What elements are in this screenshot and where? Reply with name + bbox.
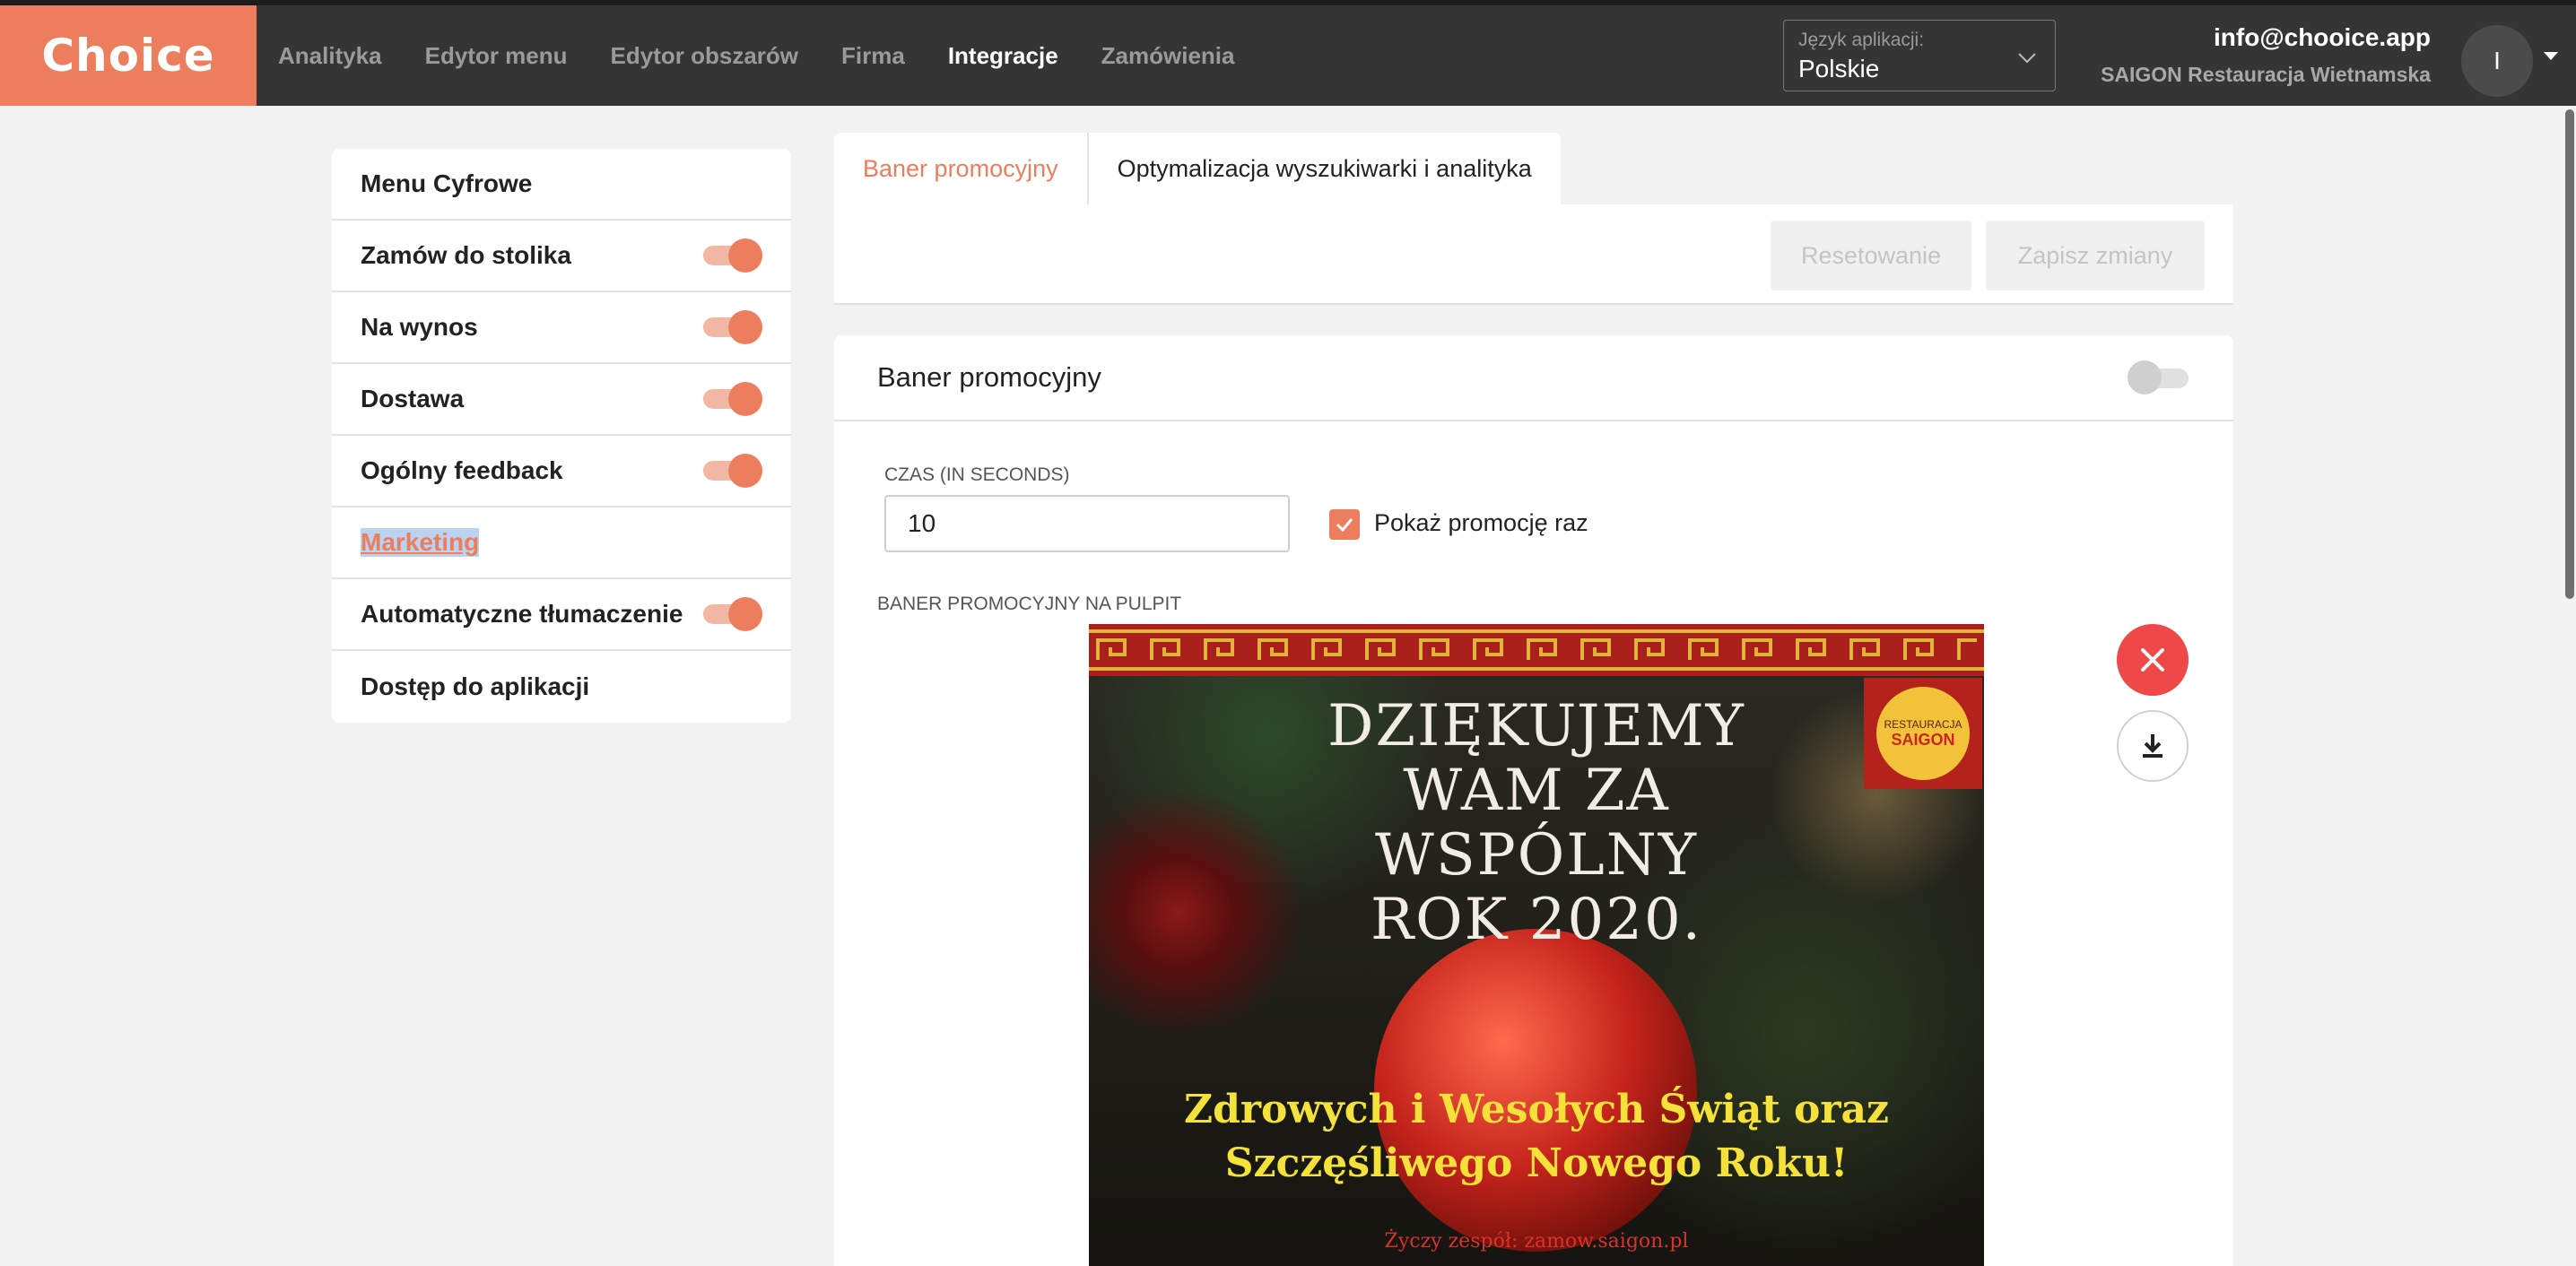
tab-optymalizacja[interactable]: Optymalizacja wyszukiwarki i analityka: [1088, 133, 1561, 204]
sidebar-item-dostep-do-aplikacji[interactable]: Dostęp do aplikacji: [332, 651, 791, 723]
promo-banner-toggle[interactable]: [2128, 360, 2190, 395]
banner-signature: Życzy zespół: zamow.saigon.pl: [1384, 1230, 1689, 1253]
sidebar-item-ogolny-feedback[interactable]: Ogólny feedback: [332, 436, 791, 507]
action-bar: Resetowanie Zapisz zmiany: [834, 204, 2233, 305]
sidebar-item-na-wynos[interactable]: Na wynos: [332, 292, 791, 364]
nav-item-edytor-obszarow[interactable]: Edytor obszarów: [611, 42, 798, 70]
language-select-value: Polskie: [1798, 55, 1880, 82]
toggle-automatyczne-tlumaczenie[interactable]: [703, 596, 762, 632]
toggle-dostawa[interactable]: [703, 381, 762, 417]
check-icon: [1336, 518, 1353, 533]
promo-banner-image: DZIĘKUJEMY WAM ZA WSPÓLNY ROK 2020. Zdro…: [1089, 624, 1984, 1266]
banner-section-label: BANER PROMOCYJNY NA PULPIT: [877, 594, 1182, 614]
show-once-checkbox[interactable]: [1329, 509, 1360, 540]
toggle-zamow-do-stolika[interactable]: [703, 238, 762, 273]
reset-button[interactable]: Resetowanie: [1771, 221, 1971, 290]
sidebar-item-automatyczne-tlumaczenie[interactable]: Automatyczne tłumaczenie: [332, 579, 791, 651]
account-email: info@chooice.app: [2214, 23, 2431, 51]
sidebar-item-label: Marketing: [361, 528, 480, 557]
caret-down-icon[interactable]: [2544, 52, 2558, 60]
nav-item-firma[interactable]: Firma: [841, 42, 905, 70]
sidebar-item-label: Ogólny feedback: [361, 456, 563, 484]
stamp-top-text: RESTAURACJA: [1884, 717, 1962, 731]
sidebar-item-label: Menu Cyfrowe: [361, 169, 533, 197]
sidebar-item-dostawa[interactable]: Dostawa: [332, 364, 791, 436]
restaurant-stamp: RESTAURACJA SAIGON: [1864, 678, 1982, 789]
close-icon: [2141, 648, 2164, 672]
banner-line-2: WAM ZA: [1403, 758, 1670, 824]
toggle-ogolny-feedback[interactable]: [703, 453, 762, 489]
banner-wish-2: Szczęśliwego Nowego Roku!: [1224, 1140, 1849, 1186]
banner-line-1: DZIĘKUJEMY: [1327, 693, 1745, 759]
app-logo-text: Choice: [41, 30, 215, 82]
sidebar-item-zamow-do-stolika[interactable]: Zamów do stolika: [332, 221, 791, 292]
chevron-down-icon: [2018, 53, 2036, 64]
nav-item-analityka[interactable]: Analityka: [278, 42, 382, 70]
promo-banner-card: Baner promocyjny CZAS (IN SECONDS) Pokaż…: [834, 335, 2233, 1266]
banner-ornament-border: [1089, 624, 1984, 676]
card-title: Baner promocyjny: [877, 361, 1101, 393]
language-select-label: Język aplikacji:: [1798, 30, 1925, 50]
top-bar: Choice Analityka Edytor menu Edytor obsz…: [0, 0, 2576, 106]
language-select[interactable]: Język aplikacji: Polskie: [1783, 20, 2056, 91]
save-button[interactable]: Zapisz zmiany: [1986, 221, 2205, 290]
toggle-na-wynos[interactable]: [703, 309, 762, 345]
download-icon: [2143, 734, 2163, 758]
tab-baner-promocyjny[interactable]: Baner promocyjny: [834, 133, 1089, 204]
banner-wish-1: Zdrowych i Wesołych Świąt oraz: [1183, 1087, 1890, 1132]
show-once-label: Pokaż promocję raz: [1374, 509, 1588, 536]
app-logo[interactable]: Choice: [0, 5, 257, 106]
sidebar-item-label: Dostawa: [361, 385, 465, 412]
sidebar-item-menu-cyfrowe[interactable]: Menu Cyfrowe: [332, 149, 791, 221]
stamp-name: SAIGON: [1891, 730, 1955, 749]
nav-item-zamowienia[interactable]: Zamówienia: [1101, 42, 1235, 70]
time-input[interactable]: [884, 495, 1290, 552]
banner-line-4: ROK 2020.: [1370, 887, 1703, 953]
sidebar-item-marketing[interactable]: Marketing: [332, 507, 791, 579]
page-scrollbar[interactable]: [2563, 106, 2576, 1266]
account-restaurant: SAIGON Restauracja Wietnamska: [2101, 63, 2431, 86]
content-tabs: Baner promocyjny Optymalizacja wyszukiwa…: [834, 133, 1561, 204]
nav-item-edytor-menu[interactable]: Edytor menu: [425, 42, 568, 70]
banner-heading: DZIĘKUJEMY WAM ZA WSPÓLNY ROK 2020.: [1089, 694, 1984, 952]
sidebar-item-label: Zamów do stolika: [361, 241, 571, 269]
time-field-label: CZAS (IN SECONDS): [884, 464, 1070, 485]
sidebar: Menu Cyfrowe Zamów do stolika Na wynos D…: [332, 149, 791, 723]
banner-line-3: WSPÓLNY: [1375, 822, 1698, 889]
sidebar-item-label: Na wynos: [361, 313, 478, 341]
banner-wishes: Zdrowych i Wesołych Świąt oraz Szczęśliw…: [1089, 1083, 1984, 1191]
sidebar-item-label: Automatyczne tłumaczenie: [361, 600, 683, 628]
account-info: info@chooice.app SAIGON Restauracja Wiet…: [2101, 23, 2431, 87]
nav-item-integracje[interactable]: Integracje: [948, 42, 1058, 70]
remove-banner-button[interactable]: [2117, 624, 2189, 696]
download-banner-button[interactable]: [2117, 710, 2189, 782]
main-nav: Analityka Edytor menu Edytor obszarów Fi…: [278, 5, 1277, 106]
scrollbar-thumb[interactable]: [2565, 109, 2574, 599]
sidebar-item-label: Dostęp do aplikacji: [361, 672, 590, 700]
avatar[interactable]: I: [2461, 25, 2533, 97]
card-header: Baner promocyjny: [834, 335, 2233, 421]
